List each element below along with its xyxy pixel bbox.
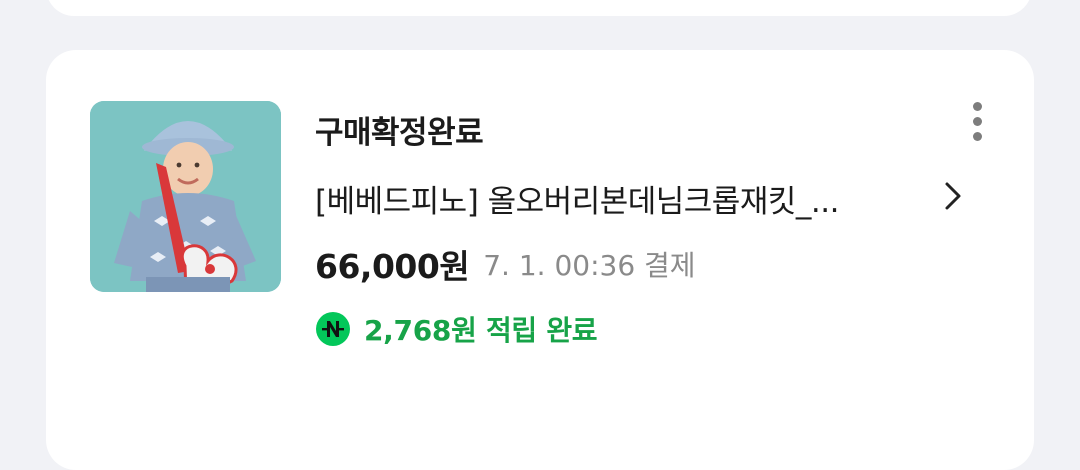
product-photo <box>90 101 281 292</box>
product-name: [베베드피노] 올오버리본데님크롭재킷_... <box>315 184 839 220</box>
points-row: 2,768원 적립 완료 <box>316 309 598 349</box>
order-status: 구매확정완료 <box>315 115 484 151</box>
more-vertical-icon <box>973 102 982 111</box>
more-dot <box>973 132 982 141</box>
more-options-button[interactable] <box>960 98 996 146</box>
product-link[interactable]: [베베드피노] 올오버리본데님크롭재킷_... <box>315 172 975 222</box>
more-dot <box>973 117 982 126</box>
price-row: 66,000원 7. 1. 00:36 결제 <box>315 240 696 286</box>
order-price: 66,000원 <box>315 247 470 286</box>
previous-order-card <box>46 0 1032 16</box>
order-card[interactable]: 구매확정완료 [베베드피노] 올오버리본데님크롭재킷_... 66,000원 7.… <box>46 50 1034 470</box>
naver-pay-icon <box>316 312 350 346</box>
product-thumbnail[interactable] <box>90 101 281 292</box>
payment-time: 7. 1. 00:36 결제 <box>483 249 696 282</box>
chevron-right-icon[interactable] <box>943 180 963 212</box>
points-earned: 2,768원 적립 완료 <box>364 314 598 347</box>
